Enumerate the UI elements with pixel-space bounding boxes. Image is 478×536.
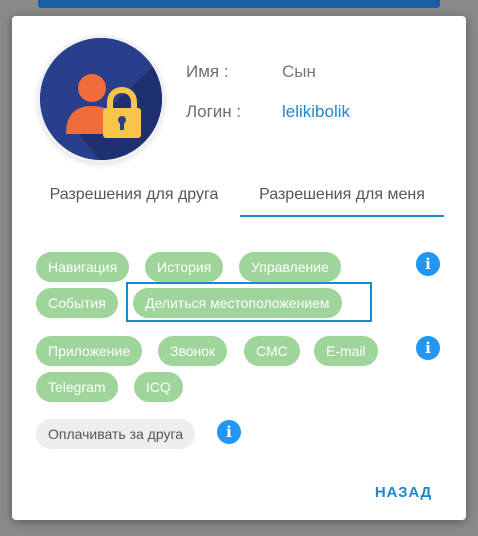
name-label: Имя :	[186, 62, 229, 81]
info-icon[interactable]: i	[416, 336, 440, 360]
chip-sms[interactable]: СМС	[244, 336, 300, 366]
chip-telegram[interactable]: Telegram	[36, 372, 118, 402]
info-icon[interactable]: i	[416, 252, 440, 276]
chip-app[interactable]: Приложение	[36, 336, 143, 366]
permissions-tabs: Разрешения для друга Разрешения для меня	[34, 179, 444, 217]
permissions-dialog: Имя : Сын Логин : lelikibolik Разрешения…	[12, 16, 466, 520]
tab-permissions-for-friend[interactable]: Разрешения для друга	[34, 179, 234, 215]
back-button[interactable]: НАЗАД	[375, 484, 432, 501]
chip-events[interactable]: События	[36, 288, 118, 318]
login-label: Логин :	[186, 102, 242, 121]
chip-pay-for-friend[interactable]: Оплачивать за друга	[36, 419, 196, 449]
tab-permissions-for-me[interactable]: Разрешения для меня	[240, 179, 444, 217]
background-app-bar	[38, 0, 440, 8]
login-value: lelikibolik	[282, 102, 351, 121]
chip-icq[interactable]: ICQ	[134, 372, 183, 402]
chip-navigation[interactable]: Навигация	[36, 252, 130, 282]
chip-history[interactable]: История	[145, 252, 224, 282]
chip-email[interactable]: E-mail	[314, 336, 378, 366]
user-lock-icon	[40, 38, 162, 160]
chip-control[interactable]: Управление	[239, 252, 341, 282]
avatar	[40, 38, 162, 160]
info-icon[interactable]: i	[217, 420, 241, 444]
chip-call[interactable]: Звонок	[158, 336, 228, 366]
name-value: Сын	[282, 62, 316, 81]
selection-highlight	[126, 282, 372, 322]
